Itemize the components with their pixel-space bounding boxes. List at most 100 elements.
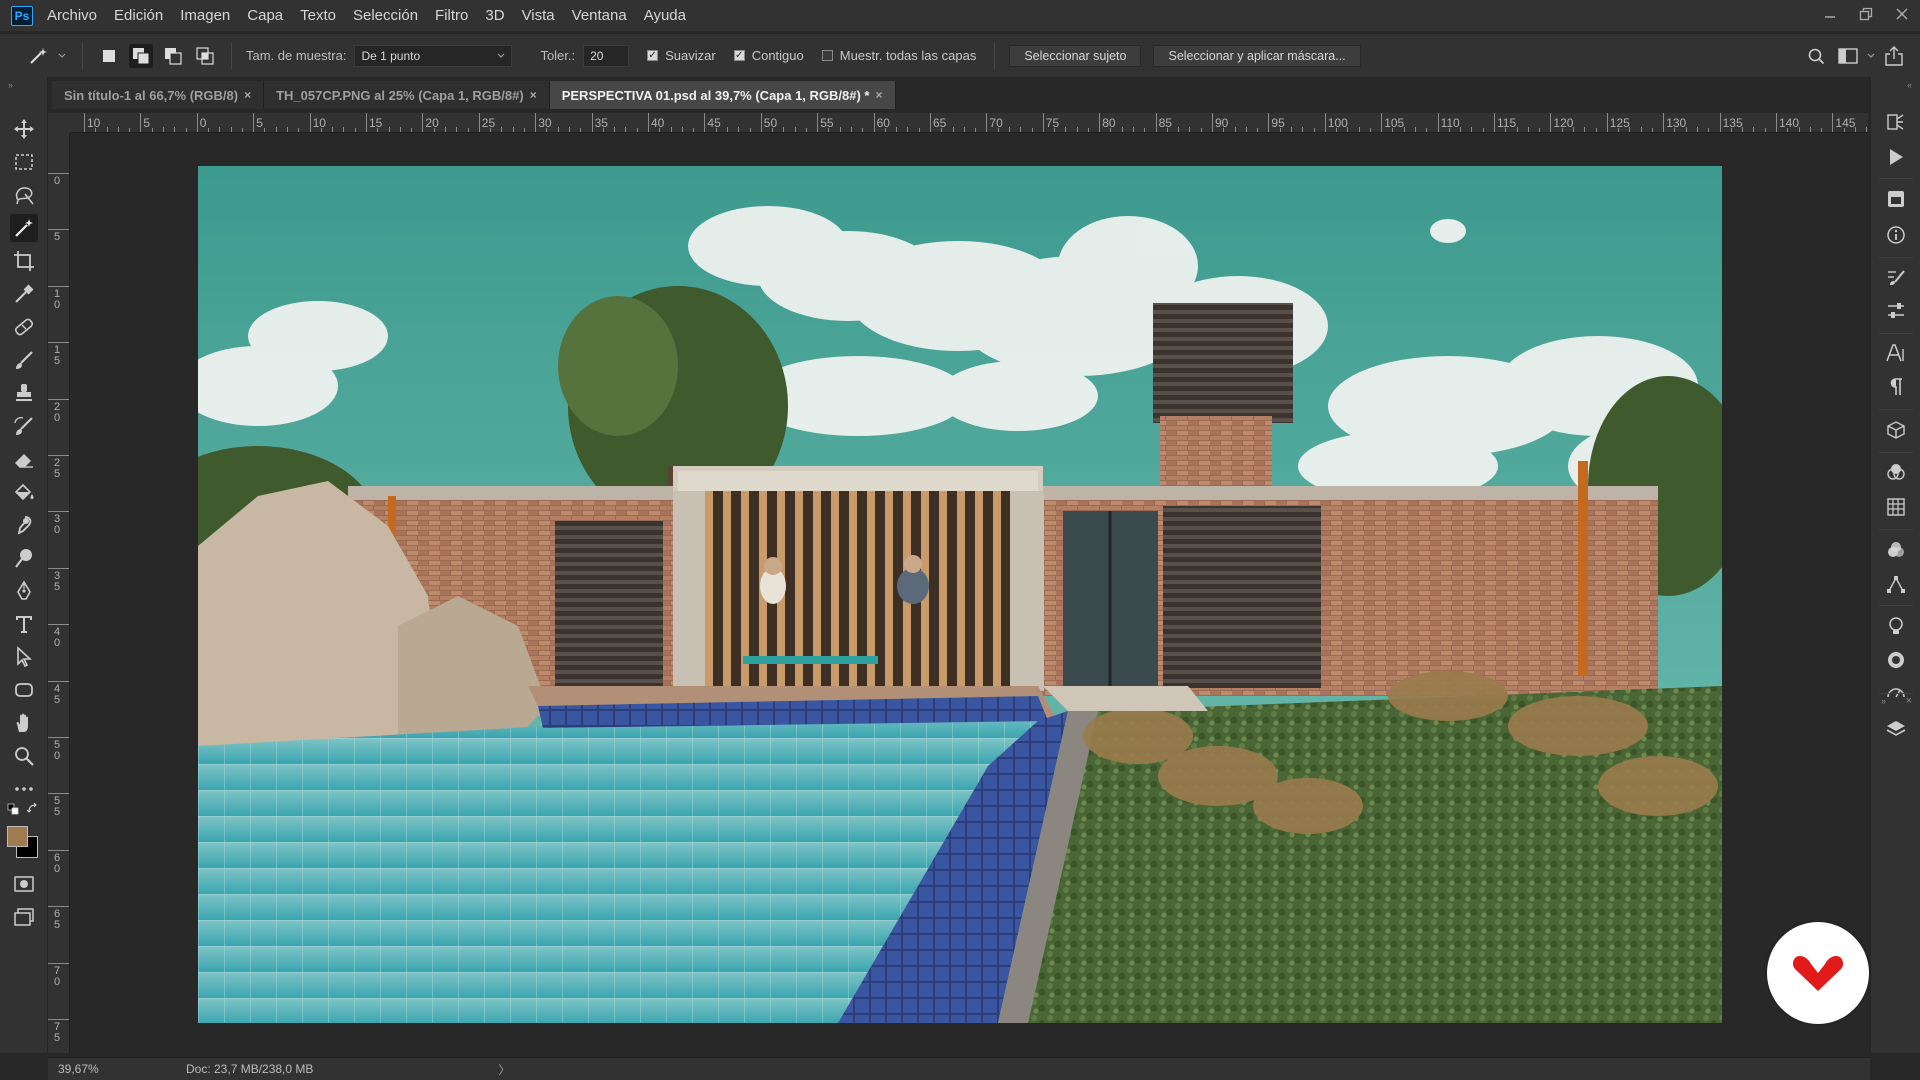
close-icon[interactable]: × [244,88,251,102]
chevron-down-icon[interactable] [1864,53,1878,59]
menu-ayuda[interactable]: Ayuda [644,7,686,24]
menu-edicion[interactable]: Edición [114,7,163,24]
close-window-button[interactable] [1884,0,1920,28]
edit-toolbar-button[interactable] [10,775,38,803]
ruler-label: 20 [53,400,61,424]
quick-mask-button[interactable] [10,870,38,898]
transform-icon[interactable] [1884,572,1908,596]
tab-perspectiva[interactable]: PERSPECTIVA 01.psd al 39,7% (Capa 1, RGB… [549,81,896,109]
swap-colors-icon[interactable] [26,802,39,818]
new-selection-button[interactable] [97,44,121,68]
lightbulb-icon[interactable] [1884,614,1908,638]
panel-collapse-icon[interactable]: « [1907,80,1912,90]
intersect-selection-button[interactable] [193,44,217,68]
lasso-tool[interactable] [10,181,38,209]
move-tool[interactable] [10,115,38,143]
brush-settings-icon[interactable] [1884,265,1908,289]
pen-tool[interactable] [10,577,38,605]
adjustments-icon[interactable] [1884,299,1908,323]
history-icon[interactable] [1884,110,1908,134]
canvas-area[interactable] [70,133,1868,1053]
menu-archivo[interactable]: Archivo [47,7,97,24]
foreground-color-swatch[interactable] [7,826,28,847]
menu-filtro[interactable]: Filtro [435,7,468,24]
screen-mode-button[interactable] [10,903,38,931]
sample-size-select[interactable]: De 1 punto [354,44,513,67]
dodge-tool[interactable] [10,544,38,572]
ruler-origin[interactable] [48,113,70,133]
minimize-button[interactable] [1812,0,1848,28]
zoom-tool[interactable] [10,742,38,770]
add-to-selection-button[interactable] [129,43,153,68]
clone-stamp-tool[interactable] [10,379,38,407]
eyedropper-tool[interactable] [10,280,38,308]
ruler-label: 80 [1102,116,1116,130]
ruler-subtick [1392,128,1394,132]
tab-th-057cp[interactable]: TH_057CP.PNG al 25% (Capa 1, RGB/8#) × [264,81,550,109]
share-button[interactable] [1878,46,1910,66]
smudge-tool[interactable] [10,511,38,539]
eraser-tool[interactable] [10,445,38,473]
sample-all-layers-checkbox[interactable]: Muestr. todas las capas [821,48,976,63]
close-icon[interactable]: × [876,88,883,102]
brush-tool[interactable] [10,346,38,374]
3d-icon[interactable] [1884,418,1908,442]
libraries-icon[interactable] [1884,187,1908,211]
workspace-button[interactable] [1832,48,1864,64]
search-button[interactable] [1800,47,1832,65]
close-icon[interactable]: × [1906,695,1912,707]
menu-seleccion[interactable]: Selección [353,7,418,24]
crop-tool[interactable] [10,247,38,275]
menu-ventana[interactable]: Ventana [572,7,627,24]
tolerance-input[interactable]: 20 [583,44,630,67]
menu-texto[interactable]: Texto [300,7,336,24]
ruler-tick [760,113,762,132]
divider [1879,178,1913,179]
healing-brush-tool[interactable] [10,313,38,341]
menu-imagen[interactable]: Imagen [180,7,230,24]
subtract-selection-button[interactable] [161,44,185,68]
tab-label: PERSPECTIVA 01.psd al 39,7% (Capa 1, RGB… [561,87,870,103]
antialias-checkbox[interactable]: ✓ Suavizar [647,48,716,63]
grid-icon[interactable] [1884,495,1908,519]
tab-sin-titulo[interactable]: Sin título-1 al 66,7% (RGB/8) × [52,81,265,109]
contiguous-checkbox[interactable]: ✓ Contiguo [733,48,804,63]
select-and-mask-button[interactable]: Seleccionar y aplicar máscara... [1153,44,1361,67]
panel-expand-icon[interactable]: » [1881,696,1886,706]
styles-icon[interactable] [1884,648,1908,672]
status-menu-arrow[interactable]: 〉 [498,1061,510,1078]
marquee-tool[interactable] [10,148,38,176]
actions-icon[interactable] [1884,145,1908,169]
vertical-ruler[interactable]: 0 5 10 15 20 25 30 35 40 45 50 55 60 65 70 75 [48,133,70,1053]
tool-preset-picker[interactable] [24,46,56,66]
chevron-down-icon[interactable] [56,53,68,59]
channels-icon[interactable] [1884,461,1908,485]
character-icon[interactable] [1884,341,1908,365]
ruler-tick [48,962,69,964]
panel-collapse-icon[interactable]: » [8,80,13,90]
paint-bucket-tool[interactable] [10,478,38,506]
info-icon[interactable] [1884,223,1908,247]
default-colors-icon[interactable] [7,803,19,818]
swatches-icon[interactable] [1884,538,1908,562]
shape-tool[interactable] [10,676,38,704]
type-tool[interactable] [10,610,38,638]
ruler-subtick [1020,127,1022,132]
restore-button[interactable] [1848,0,1884,28]
zoom-level[interactable]: 39,67% [48,1062,148,1076]
contiguous-label: Contiguo [751,48,804,63]
horizontal-ruler[interactable]: 10 5 0 5 10 15 20 25 30 35 40 45 50 55 60 65 70 75 80 85 90 9… [70,113,1868,133]
paragraph-icon[interactable] [1884,375,1908,399]
hand-tool[interactable] [10,709,38,737]
menu-3d[interactable]: 3D [485,7,504,24]
menu-vista[interactable]: Vista [522,7,555,24]
path-selection-tool[interactable] [10,643,38,671]
menu-capa[interactable]: Capa [247,7,283,24]
history-brush-tool[interactable] [10,412,38,440]
properties-icon[interactable] [1884,680,1908,704]
magic-wand-tool[interactable] [10,214,38,242]
document-image[interactable] [198,166,1722,1023]
layers-icon[interactable] [1884,717,1908,741]
close-icon[interactable]: × [530,88,537,102]
select-subject-button[interactable]: Seleccionar sujeto [1009,44,1142,67]
